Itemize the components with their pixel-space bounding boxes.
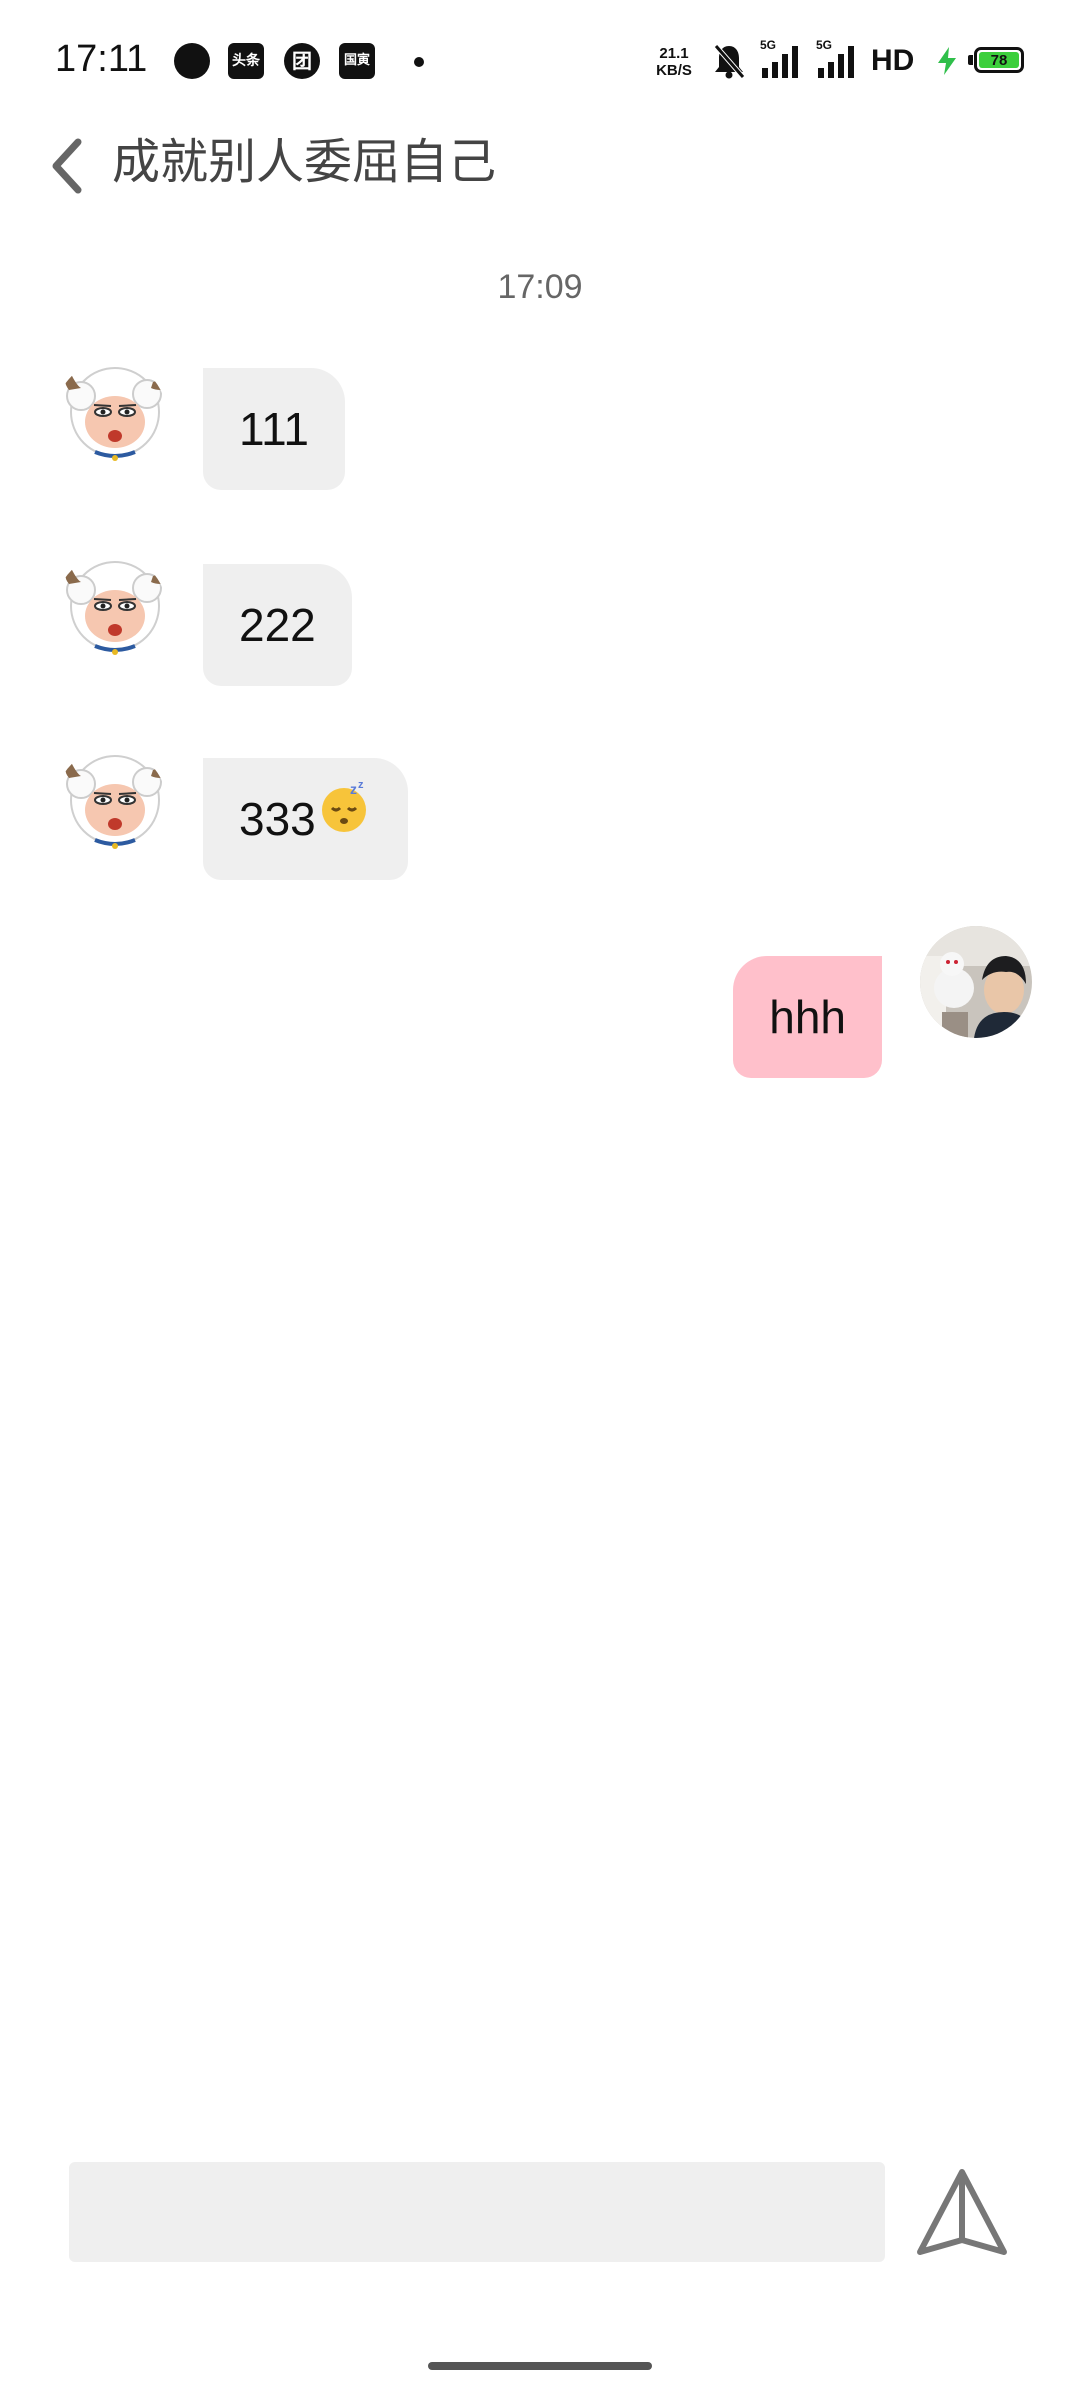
toutiao-news-icon: 头条: [228, 43, 264, 79]
back-button[interactable]: [40, 124, 100, 204]
chat-screen: 17:11 头条 团 国寅 21.1 KB/S 5G 5G HD 78 成就别人…: [0, 0, 1080, 2400]
chevron-left-icon: [52, 138, 82, 194]
message-input[interactable]: [69, 2162, 885, 2262]
send-button[interactable]: [912, 2164, 1012, 2264]
sleeping-face-emoji: z z: [316, 757, 372, 879]
signal-strength-sim2-icon: 5G: [816, 38, 862, 78]
mute-bell-icon: [714, 44, 745, 79]
battery-icon: 78: [974, 47, 1024, 73]
chat-bubble-icon: [174, 43, 210, 79]
user-avatar[interactable]: [920, 926, 1032, 1038]
status-time: 17:11: [55, 38, 148, 80]
notification-dot-icon: [414, 57, 424, 67]
contact-avatar[interactable]: [55, 360, 167, 472]
svg-text:z: z: [350, 781, 357, 797]
contact-avatar[interactable]: [55, 748, 167, 860]
meituan-icon: 团: [284, 43, 320, 79]
battery-level: 78: [979, 52, 1019, 69]
send-triangle-icon: [917, 2169, 1007, 2255]
hd-voice-indicator: HD: [871, 44, 915, 77]
message-bubble-incoming[interactable]: 333 z z: [203, 758, 408, 880]
network-speed: 21.1 KB/S: [656, 45, 692, 79]
message-bubble-incoming[interactable]: 222: [203, 564, 352, 686]
battery-tip: [968, 55, 973, 65]
contact-avatar[interactable]: [55, 554, 167, 666]
news-app-icon: 国寅: [339, 43, 375, 79]
chat-title: 成就别人委屈自己: [112, 134, 497, 190]
chat-header: 成就别人委屈自己: [0, 110, 1080, 220]
message-bubble-outgoing[interactable]: hhh: [733, 956, 882, 1078]
status-bar: 17:11 头条 团 国寅 21.1 KB/S 5G 5G HD 78: [0, 0, 1080, 120]
charging-bolt-icon: [938, 47, 956, 75]
signal-strength-sim1-icon: 5G: [760, 38, 806, 78]
svg-text:z: z: [358, 779, 364, 791]
home-indicator[interactable]: [428, 2362, 652, 2370]
message-timestamp: 17:09: [497, 268, 583, 306]
message-bubble-incoming[interactable]: 111: [203, 368, 345, 490]
